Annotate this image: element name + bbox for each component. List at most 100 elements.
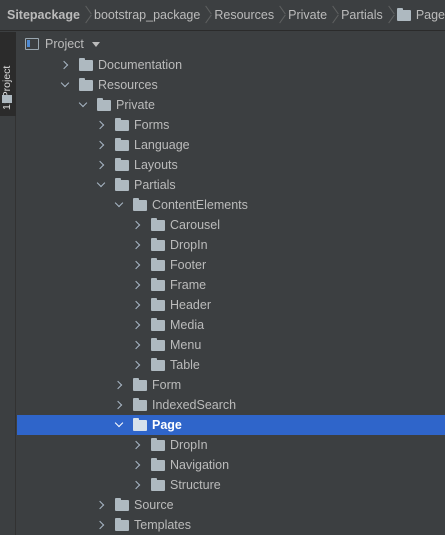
chevron-right-icon[interactable] [113,379,125,391]
breadcrumb-separator [206,6,208,24]
tree-node-label: Layouts [134,158,178,172]
chevron-right-icon[interactable] [59,59,71,71]
chevron-down-icon[interactable] [113,199,125,211]
chevron-right-icon[interactable] [131,459,143,471]
tree-node-carousel[interactable]: Carousel [17,215,445,235]
tree-node-partials[interactable]: Partials [17,175,445,195]
tree-node-resources[interactable]: Resources [17,75,445,95]
breadcrumb-item[interactable]: Partials [341,8,383,22]
tree-node-form[interactable]: Form [17,375,445,395]
breadcrumb-item-label: Sitepackage [7,8,80,22]
breadcrumb-item[interactable]: Resources [214,8,274,22]
tree-node-table[interactable]: Table [17,355,445,375]
tree-node-label: Templates [134,518,191,532]
breadcrumb-item[interactable]: Sitepackage [7,8,80,22]
breadcrumb-item[interactable]: Private [288,8,327,22]
folder-icon [151,438,165,451]
tree-node-contentelements[interactable]: ContentElements [17,195,445,215]
tree-node-menu[interactable]: Menu [17,335,445,355]
chevron-right-icon[interactable] [95,139,107,151]
tree-node-label: Forms [134,118,170,132]
project-view-title: Project [45,37,84,51]
tree-node-private[interactable]: Private [17,95,445,115]
tree-node-indexedsearch[interactable]: IndexedSearch [17,395,445,415]
tree-node-page[interactable]: Page [17,415,445,435]
folder-icon [79,58,93,71]
folder-icon [2,95,12,103]
chevron-right-icon[interactable] [131,439,143,451]
tree-node-label: Footer [170,258,207,272]
tree-node-footer[interactable]: Footer [17,255,445,275]
tree-node-label: Form [152,378,182,392]
tree-node-dropin[interactable]: DropIn [17,435,445,455]
chevron-down-icon[interactable] [59,79,71,91]
project-tool-tab[interactable]: 1: Project [0,32,16,116]
folder-icon [151,218,165,231]
tree-node-label: Private [116,98,155,112]
chevron-right-icon[interactable] [131,259,143,271]
folder-icon [115,118,129,131]
chevron-right-icon[interactable] [95,159,107,171]
tree-node-language[interactable]: Language [17,135,445,155]
tree-node-label: Page [152,418,182,432]
project-view-header[interactable]: Project [17,32,445,56]
folder-icon [115,138,129,151]
folder-icon [151,458,165,471]
chevron-right-icon[interactable] [131,299,143,311]
chevron-right-icon[interactable] [131,479,143,491]
project-icon [25,38,39,50]
tree-node-frame[interactable]: Frame [17,275,445,295]
chevron-right-icon[interactable] [131,339,143,351]
chevron-down-icon[interactable] [91,41,100,47]
breadcrumb-item-label: Private [288,8,328,22]
tree-node-label: Menu [170,338,202,352]
tree-node-label: DropIn [170,438,208,452]
breadcrumb-separator [389,6,391,24]
breadcrumb-separator [86,6,88,24]
breadcrumb-item-label: Page [415,8,445,22]
chevron-right-icon[interactable] [131,219,143,231]
folder-icon [151,338,165,351]
folder-icon [151,478,165,491]
tree-node-label: DropIn [170,238,208,252]
chevron-right-icon[interactable] [95,519,107,531]
folder-icon [151,278,165,291]
chevron-down-icon[interactable] [77,99,89,111]
tree-node-media[interactable]: Media [17,315,445,335]
tree-node-label: Frame [170,278,207,292]
breadcrumb-item[interactable]: Page [396,7,445,22]
breadcrumb-item-label: Partials [341,8,383,22]
chevron-right-icon[interactable] [95,119,107,131]
tree-node-source[interactable]: Source [17,495,445,515]
chevron-right-icon[interactable] [131,239,143,251]
folder-icon [151,318,165,331]
folder-icon [133,398,147,411]
tree-node-templates[interactable]: Templates [17,515,445,535]
tree-node-label: Resources [98,78,158,92]
chevron-right-icon[interactable] [95,499,107,511]
tree-node-dropin[interactable]: DropIn [17,235,445,255]
chevron-right-icon[interactable] [131,359,143,371]
tree-node-label: Carousel [170,218,221,232]
chevron-right-icon[interactable] [113,399,125,411]
tree-node-forms[interactable]: Forms [17,115,445,135]
tree-node-layouts[interactable]: Layouts [17,155,445,175]
breadcrumb-separator [333,6,335,24]
tree-node-label: Source [134,498,174,512]
folder-icon [115,158,129,171]
tree-node-label: IndexedSearch [152,398,237,412]
chevron-right-icon[interactable] [131,279,143,291]
tree-node-header[interactable]: Header [17,295,445,315]
chevron-down-icon[interactable] [113,419,125,431]
chevron-down-icon[interactable] [95,179,107,191]
folder-icon [133,378,147,391]
chevron-right-icon[interactable] [131,319,143,331]
tree-node-label: Documentation [98,58,183,72]
tree-node-documentation[interactable]: Documentation [17,55,445,75]
tree-node-label: Language [134,138,190,152]
tree-node-structure[interactable]: Structure [17,475,445,495]
project-tool-tab-label: 1: Project [1,65,13,110]
tree-node-navigation[interactable]: Navigation [17,455,445,475]
breadcrumb-item[interactable]: bootstrap_package [94,8,200,22]
folder-icon [151,258,165,271]
